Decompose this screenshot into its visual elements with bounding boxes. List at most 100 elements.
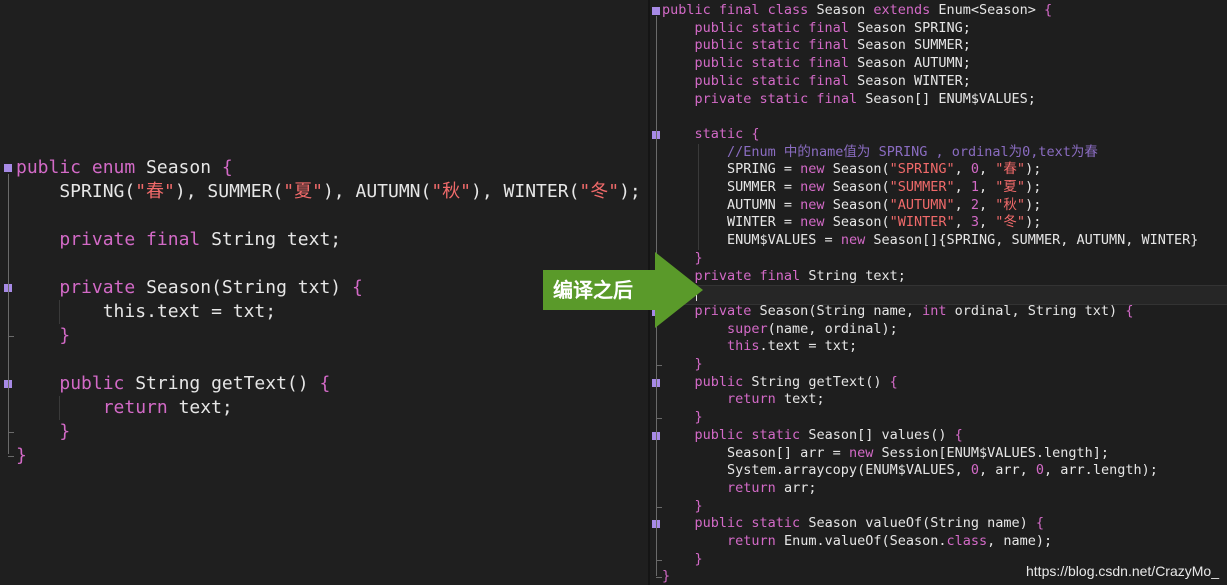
code-token: text; — [178, 397, 233, 418]
keyword-token: return — [102, 397, 179, 418]
fold-end-mark — [656, 418, 662, 420]
code-line[interactable]: public String getText() { — [16, 372, 330, 396]
code-token: ); — [1025, 179, 1042, 195]
code-token: , — [954, 214, 971, 231]
code-token: , name); — [987, 533, 1053, 549]
code-line[interactable]: } — [662, 498, 703, 516]
code-line[interactable]: static { — [662, 126, 760, 144]
indent-guide — [59, 396, 60, 420]
code-line[interactable]: public final class Season extends Enum<S… — [662, 2, 1052, 20]
code-line[interactable]: } — [662, 356, 703, 374]
keyword-token: new — [800, 214, 833, 231]
code-token: , — [954, 179, 971, 195]
right-editor-pane[interactable]: public final class Season extends Enum<S… — [650, 0, 1227, 585]
code-line[interactable]: return text; — [662, 391, 825, 409]
code-line[interactable]: private final String text; — [16, 228, 341, 252]
code-line[interactable]: this.text = txt; — [16, 300, 276, 324]
code-line[interactable]: private Season(String name, int ordinal,… — [662, 302, 1134, 321]
code-token: , — [954, 196, 971, 213]
keyword-token: public — [16, 157, 92, 178]
code-line[interactable]: AUTUMN = new Season("AUTUMN", 2, "秋"); — [662, 197, 1041, 215]
keyword-token: private final — [694, 267, 809, 284]
code-token: SPRING( — [16, 181, 136, 202]
code-line[interactable]: public static Season[] values() { — [662, 427, 963, 445]
code-token: , — [979, 161, 996, 178]
keyword-token: } — [59, 325, 71, 346]
code-token: ordinal, String txt) — [954, 302, 1126, 319]
code-token: (name, ordinal); — [767, 320, 898, 337]
keyword-token: { — [221, 157, 233, 178]
code-line[interactable]: SUMMER = new Season("SUMMER", 1, "夏"); — [662, 179, 1041, 197]
code-line[interactable]: private static final Season[] ENUM$VALUE… — [662, 91, 1036, 109]
code-line[interactable]: SPRING = new Season("SPRING", 0, "春"); — [662, 161, 1041, 179]
code-line[interactable]: public static Season valueOf(String name… — [662, 515, 1045, 533]
keyword-token: { — [1125, 302, 1134, 319]
code-token: String getText() — [135, 373, 320, 394]
fold-toggle-icon[interactable] — [4, 164, 12, 172]
string-token: "春" — [995, 161, 1026, 178]
code-token: ); — [619, 181, 641, 202]
code-line[interactable]: private Season(String txt) { — [16, 276, 362, 300]
indent-guide — [698, 143, 699, 250]
code-line[interactable]: public static final Season AUTUMN; — [662, 55, 971, 73]
code-line[interactable]: WINTER = new Season("WINTER", 3, "冬"); — [662, 214, 1041, 232]
code-line[interactable]: return arr; — [662, 480, 816, 498]
keyword-token: { — [751, 125, 760, 142]
code-line[interactable]: } — [16, 444, 27, 468]
code-token: , arr.length); — [1044, 462, 1158, 479]
code-token: AUTUMN = — [662, 196, 801, 213]
code-line[interactable]: public String getText() { — [662, 374, 898, 392]
code-line[interactable]: } — [16, 420, 70, 444]
code-line[interactable]: } — [662, 409, 703, 427]
keyword-token: public static final — [694, 55, 858, 72]
code-token: Season SUMMER; — [857, 37, 971, 54]
keyword-token: enum — [91, 157, 147, 178]
code-line[interactable]: public static final Season SUMMER; — [662, 37, 971, 55]
fold-end-mark — [656, 506, 662, 508]
keyword-token: public static — [694, 426, 809, 443]
keyword-token: } — [16, 445, 27, 466]
code-line[interactable]: } — [662, 568, 670, 585]
string-token: "SUMMER" — [889, 179, 955, 195]
keyword-token: public static final — [694, 37, 858, 54]
fold-end-mark — [656, 365, 662, 366]
code-line[interactable]: return Enum.valueOf(Season.class, name); — [662, 533, 1052, 551]
code-line[interactable]: public static final Season SPRING; — [662, 20, 971, 38]
code-line[interactable]: ENUM$VALUES = new Season[]{SPRING, SUMME… — [662, 232, 1198, 250]
code-token: Enum.valueOf(Season. — [783, 533, 947, 549]
number-token: 0 — [970, 462, 979, 479]
code-token: Season( — [832, 214, 890, 231]
code-line[interactable]: this.text = txt; — [662, 338, 857, 356]
code-token: ); — [1025, 161, 1042, 178]
code-token: text; — [783, 391, 825, 408]
code-token: Season( — [832, 196, 890, 213]
keyword-token: } — [662, 568, 671, 585]
code-line[interactable]: System.arraycopy(ENUM$VALUES, 0, arr, 0,… — [662, 462, 1158, 480]
watermark-url: https://blog.csdn.net/CrazyMo_ — [1026, 563, 1219, 579]
code-line[interactable]: return text; — [16, 396, 233, 420]
code-token: ), SUMMER( — [174, 181, 284, 202]
string-token: "冬" — [995, 214, 1026, 231]
code-line[interactable]: } — [16, 324, 70, 348]
code-line[interactable]: public static final Season WINTER; — [662, 73, 971, 91]
keyword-token: } — [59, 421, 71, 442]
string-token: "秋" — [431, 181, 472, 202]
keyword-token: { — [1035, 515, 1045, 532]
code-line[interactable]: public enum Season { — [16, 156, 233, 180]
code-line[interactable]: //Enum 中的name值为 SPRING , ordinal为0,text为… — [662, 144, 1098, 162]
fold-toggle-icon[interactable] — [652, 7, 660, 15]
code-token: , — [954, 161, 971, 178]
code-line[interactable]: Season[] arr = new Session[ENUM$VALUES.l… — [662, 445, 1109, 463]
code-token: System.arraycopy(ENUM$VALUES, — [662, 462, 971, 479]
code-line[interactable]: SPRING("春"), SUMMER("夏"), AUTUMN("秋"), W… — [16, 180, 641, 204]
code-line[interactable]: } — [662, 551, 703, 569]
keyword-token: } — [694, 497, 703, 514]
